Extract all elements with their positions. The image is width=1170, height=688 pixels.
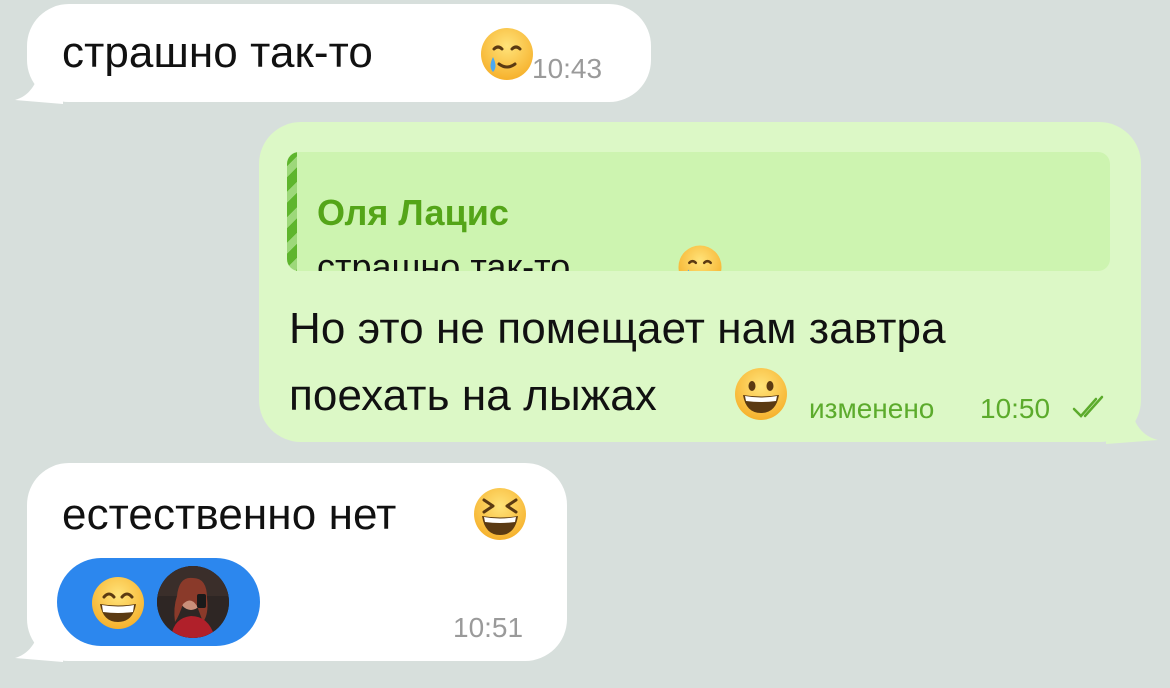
crying-smile-emoji <box>481 28 533 80</box>
message-text: естественно нет <box>62 490 397 539</box>
reply-accent-bar <box>287 152 297 271</box>
avatar-photo <box>157 566 229 638</box>
crying-smile-emoji <box>678 245 722 271</box>
incoming-message[interactable]: естественно нет 10:51 <box>27 463 567 661</box>
reaction-pill[interactable] <box>57 558 260 646</box>
grinning-emoji <box>735 368 787 420</box>
laughing-squint-emoji <box>474 488 526 540</box>
message-time: 10:50 <box>980 393 1051 424</box>
double-check-icon <box>1072 395 1104 418</box>
incoming-message[interactable]: страшно так-то 10:43 <box>27 4 651 102</box>
reply-sender-name: Оля Лацис <box>317 192 509 233</box>
message-text-line: Но это не помещает нам завтра <box>289 304 946 353</box>
grinning-emoji <box>92 577 144 629</box>
message-time: 10:51 <box>453 612 524 643</box>
message-text-line: поехать на лыжах <box>289 371 657 420</box>
reply-text: страшно так-то <box>317 246 571 271</box>
message-time: 10:43 <box>532 53 603 84</box>
edited-label: изменено <box>809 393 935 424</box>
outgoing-message[interactable]: Оля Лацис страшно так-то Но это не помещ… <box>259 122 1141 442</box>
reply-quote[interactable]: Оля Лацис страшно так-то <box>287 152 1110 271</box>
user-avatar[interactable] <box>157 566 229 638</box>
message-text: страшно так-то <box>62 28 373 77</box>
